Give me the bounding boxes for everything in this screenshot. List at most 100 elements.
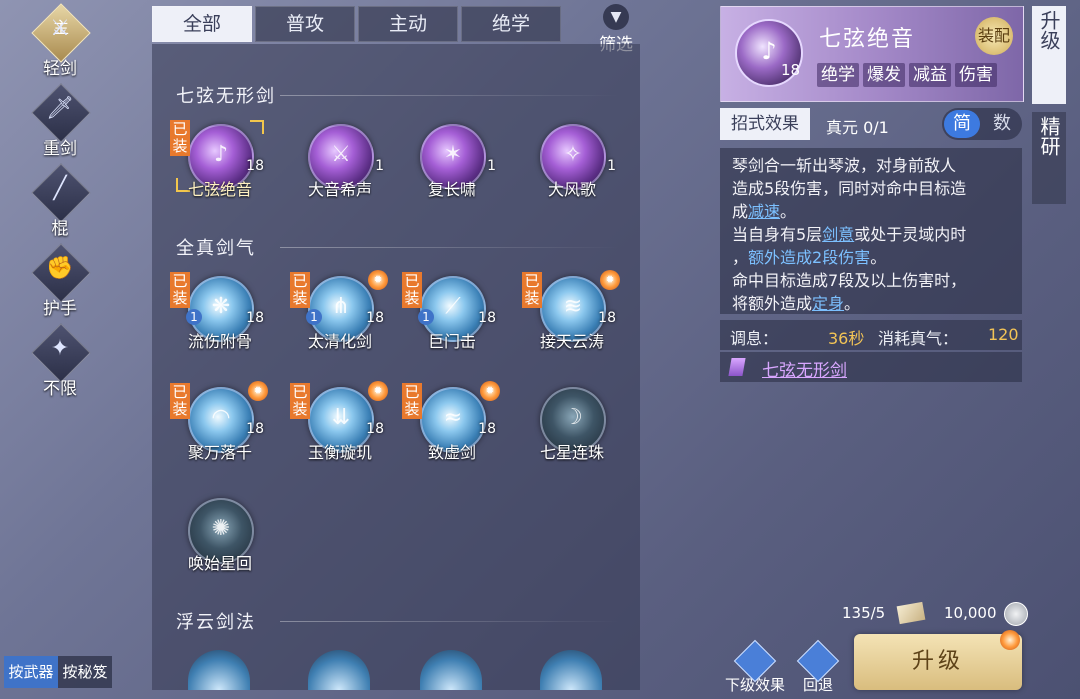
equipped-badge: 已装: [522, 272, 542, 308]
desc-text: 命中目标造成7段及以上伤害时，: [732, 271, 967, 290]
skill-name: 流伤附骨: [187, 332, 252, 351]
nav-label: 重剑: [43, 139, 77, 159]
scroll-icon: [896, 601, 926, 625]
desc-text: 琴剑合一斩出琴波，对身前敌人: [732, 156, 957, 175]
nav-glyph: ╱: [53, 176, 67, 201]
desc-line: 命中目标造成7段及以上伤害时，: [732, 267, 966, 291]
fire-icon: ✹: [368, 270, 388, 290]
nav-item-staff[interactable]: ╱ 棍: [22, 163, 98, 240]
filter-icon: ▼: [603, 4, 629, 30]
next-level-effect-button[interactable]: 下级效果: [720, 639, 790, 695]
skill-item[interactable]: ⇊ 已装 ✹ 18 玉衡璇玑: [290, 381, 390, 463]
equipped-badge: 已装: [170, 383, 190, 419]
set-name[interactable]: 七弦无形剑: [762, 356, 847, 381]
skill-item[interactable]: ❋ 已装 1 18 流伤附骨: [170, 272, 270, 352]
skill-item[interactable]: ◠ 已装 ✹ 18 聚万落千: [170, 381, 270, 463]
equipped-badge: 已装: [290, 272, 310, 308]
section-title: 七弦无形剑: [176, 86, 276, 107]
desc-text: 成: [732, 202, 749, 221]
refine-side-tab[interactable]: 精研: [1032, 112, 1066, 204]
skill-name: 复长啸: [427, 180, 476, 199]
zhenyuan-count: 真元 0/1: [826, 118, 889, 137]
skill-level: 1: [375, 158, 384, 174]
nav-item-gauntlet[interactable]: ✊ 护手: [22, 243, 98, 320]
skill-item[interactable]: ⋔ 已装 ✹ 1 18 太清化剑: [290, 270, 390, 352]
nav-item-any[interactable]: ✦ 不限: [22, 323, 98, 400]
skill-level: 18: [366, 421, 384, 437]
skill-level-left: 1: [186, 309, 202, 325]
fire-icon: ✹: [600, 270, 620, 290]
skill-level: 1: [607, 158, 616, 174]
skill-level-left: 1: [306, 309, 322, 325]
desc-line: 琴剑合一斩出琴波，对身前敌人: [732, 152, 956, 176]
skill-item[interactable]: ✺ 唤始星回: [170, 494, 270, 574]
skill-item[interactable]: ✶ 1 复长啸: [402, 120, 502, 200]
detail-skill-orb: ♪ 18: [735, 19, 803, 87]
equipped-badge: 已装: [170, 120, 190, 156]
equipped-badge: 已装: [402, 383, 422, 419]
tab-basic[interactable]: 普攻: [255, 6, 355, 42]
skill-name: 接天云涛: [539, 332, 604, 351]
toggle-number[interactable]: 数: [984, 110, 1020, 138]
toggle-simple[interactable]: 简: [944, 110, 980, 138]
tag: 绝学: [817, 63, 859, 87]
tab-all[interactable]: 全部: [152, 6, 252, 42]
nav-glyph: ✊: [46, 256, 74, 281]
back-button[interactable]: 回退: [796, 639, 840, 695]
upgrade-button[interactable]: 升级: [854, 634, 1022, 690]
tag: 爆发: [863, 63, 905, 87]
skill-name: 七星连珠: [539, 443, 604, 462]
desc-text: 或处于灵域内时: [854, 225, 967, 244]
upgrade-side-label: 升级: [1037, 10, 1061, 50]
skill-item[interactable]: ⟋ 已装 1 18 巨门击: [402, 272, 502, 352]
desc-text: 当自身有5层: [732, 225, 823, 244]
skill-name: 巨门击: [427, 332, 476, 351]
nav-item-light-sword[interactable]: 主 ⚔ 轻剑: [22, 3, 98, 80]
nav-glyph: 🗡: [46, 96, 74, 121]
stats-row: 调息： 36秒 消耗真气： 120: [720, 320, 1022, 350]
skill-item[interactable]: ✧ 1 大风歌: [522, 120, 622, 200]
skill-level-left: 1: [418, 309, 434, 325]
tag: 减益: [909, 63, 951, 87]
skill-item[interactable]: ≋ 已装 ✹ 18 接天云涛: [522, 270, 622, 352]
set-row[interactable]: 七弦无形剑: [720, 352, 1022, 382]
nav-label: 棍: [51, 219, 69, 239]
skill-name: 聚万落千: [187, 443, 252, 462]
cost-value: 120: [988, 325, 1019, 344]
skill-level: 18: [478, 310, 496, 326]
tab-effect[interactable]: 招式效果: [720, 108, 810, 140]
nav-item-heavy-sword[interactable]: 🗡 重剑: [22, 83, 98, 160]
tab-ultimate[interactable]: 绝学: [461, 6, 561, 42]
desc-line: 造成5段伤害，同时对命中目标造: [732, 175, 966, 199]
desc-text: 。: [780, 202, 797, 221]
skill-level: 18: [246, 421, 264, 437]
nav-glyph: ✦: [50, 336, 70, 361]
section-divider: [280, 621, 620, 622]
tab-by-weapon[interactable]: 按武器: [4, 656, 58, 688]
skill-item[interactable]: ☽ 七星连珠: [522, 383, 622, 463]
tab-active[interactable]: 主动: [358, 6, 458, 42]
equip-button[interactable]: 装配: [975, 17, 1013, 55]
tab-by-secret[interactable]: 按秘笈: [58, 656, 112, 688]
skill-description: 琴剑合一斩出琴波，对身前敌人 造成5段伤害，同时对命中目标造 成减速。 当自身有…: [720, 148, 1022, 314]
skill-name: 唤始星回: [187, 554, 252, 573]
skill-item-selected[interactable]: ♪ 已装 18 七弦绝音: [170, 120, 270, 200]
desc-line: 当自身有5层剑意或处于灵域内时: [732, 221, 966, 245]
upgrade-side-tab[interactable]: 升级: [1032, 6, 1066, 104]
skill-item[interactable]: ⚔ 1 大音希声: [290, 120, 390, 200]
equipped-badge: 已装: [290, 383, 310, 419]
skill-item[interactable]: ≈ 已装 ✹ 18 致虚剑: [402, 381, 502, 463]
keyword-highlight[interactable]: 减速: [748, 202, 780, 221]
equipped-badge: 已装: [402, 272, 422, 308]
keyword-highlight[interactable]: 剑意: [822, 225, 854, 244]
refine-side-label: 精研: [1037, 116, 1061, 156]
desc-text: 。: [844, 294, 861, 313]
keyword-highlight[interactable]: 定身: [812, 294, 844, 313]
skill-level: 18: [246, 158, 264, 174]
cost-label: 消耗真气：: [878, 329, 959, 348]
skill-name: 玉衡璇玑: [307, 443, 372, 462]
fire-icon: [1000, 630, 1020, 650]
simple-number-toggle[interactable]: 简 数: [942, 108, 1022, 140]
section-divider: [280, 247, 620, 248]
fire-icon: ✹: [480, 381, 500, 401]
